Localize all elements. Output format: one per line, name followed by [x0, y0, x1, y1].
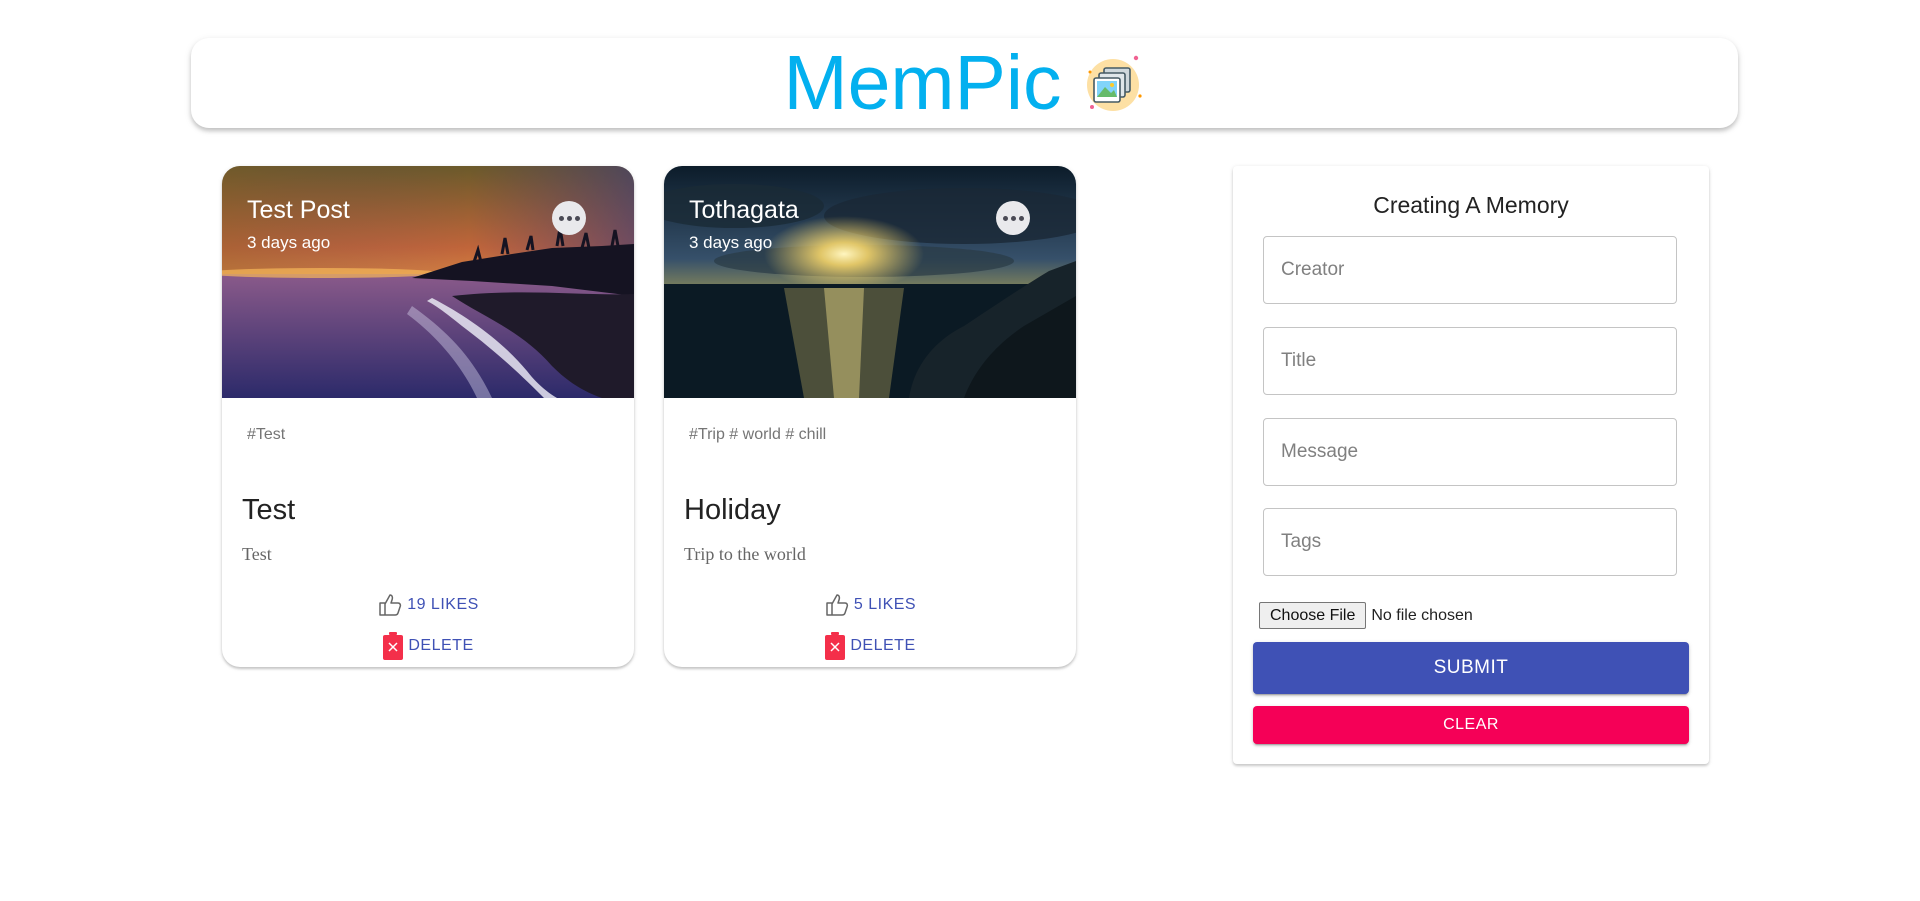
tags-input[interactable]: [1263, 508, 1677, 576]
file-picker: Choose File No file chosen: [1259, 602, 1473, 629]
more-options-button[interactable]: [552, 201, 586, 235]
thumb-up-icon: [379, 594, 402, 616]
message-input[interactable]: [1263, 418, 1677, 486]
like-button[interactable]: 19 LIKES: [222, 592, 634, 618]
more-horizontal-icon: [558, 215, 564, 221]
submit-button[interactable]: SUBMIT: [1253, 642, 1689, 694]
post-message: Test: [242, 544, 272, 564]
brand-title: MemPic: [783, 39, 1062, 126]
memory-form: Creating A Memory Choose File No file ch…: [1233, 166, 1709, 764]
delete-button[interactable]: DELETE: [222, 632, 634, 660]
post-message: Trip to the world: [684, 544, 806, 564]
post-creator: Tothagata: [689, 196, 799, 224]
delete-icon: [383, 632, 404, 660]
delete-label: DELETE: [850, 637, 916, 654]
app-bar: MemPic: [191, 38, 1738, 128]
post-time: 3 days ago: [247, 233, 331, 252]
post-card: Tothagata 3 days ago #Trip # world # chi…: [664, 166, 1076, 667]
file-status: No file chosen: [1371, 606, 1473, 624]
delete-button[interactable]: DELETE: [664, 632, 1076, 660]
photo-gallery-icon: [1086, 55, 1142, 111]
post-creator: Test Post: [247, 196, 350, 224]
like-button[interactable]: 5 LIKES: [664, 592, 1076, 618]
like-count: 19 LIKES: [407, 596, 479, 613]
post-card: Test Post 3 days ago #Test Test Test 19 …: [222, 166, 634, 667]
post-time: 3 days ago: [689, 233, 773, 252]
clear-button[interactable]: CLEAR: [1253, 706, 1689, 744]
more-horizontal-icon: [1002, 215, 1008, 221]
choose-file-button[interactable]: Choose File: [1259, 602, 1367, 629]
creator-input[interactable]: [1263, 236, 1677, 304]
delete-icon: [825, 632, 846, 660]
post-tags: #Test: [247, 426, 286, 443]
post-title: Holiday: [684, 494, 781, 526]
thumb-up-icon: [826, 594, 849, 616]
post-tags: #Trip # world # chill: [689, 426, 827, 443]
more-options-button[interactable]: [996, 201, 1030, 235]
form-heading: Creating A Memory: [1373, 192, 1569, 218]
title-input[interactable]: [1263, 327, 1677, 395]
post-title: Test: [242, 494, 296, 526]
like-count: 5 LIKES: [853, 596, 917, 613]
delete-label: DELETE: [408, 637, 474, 654]
